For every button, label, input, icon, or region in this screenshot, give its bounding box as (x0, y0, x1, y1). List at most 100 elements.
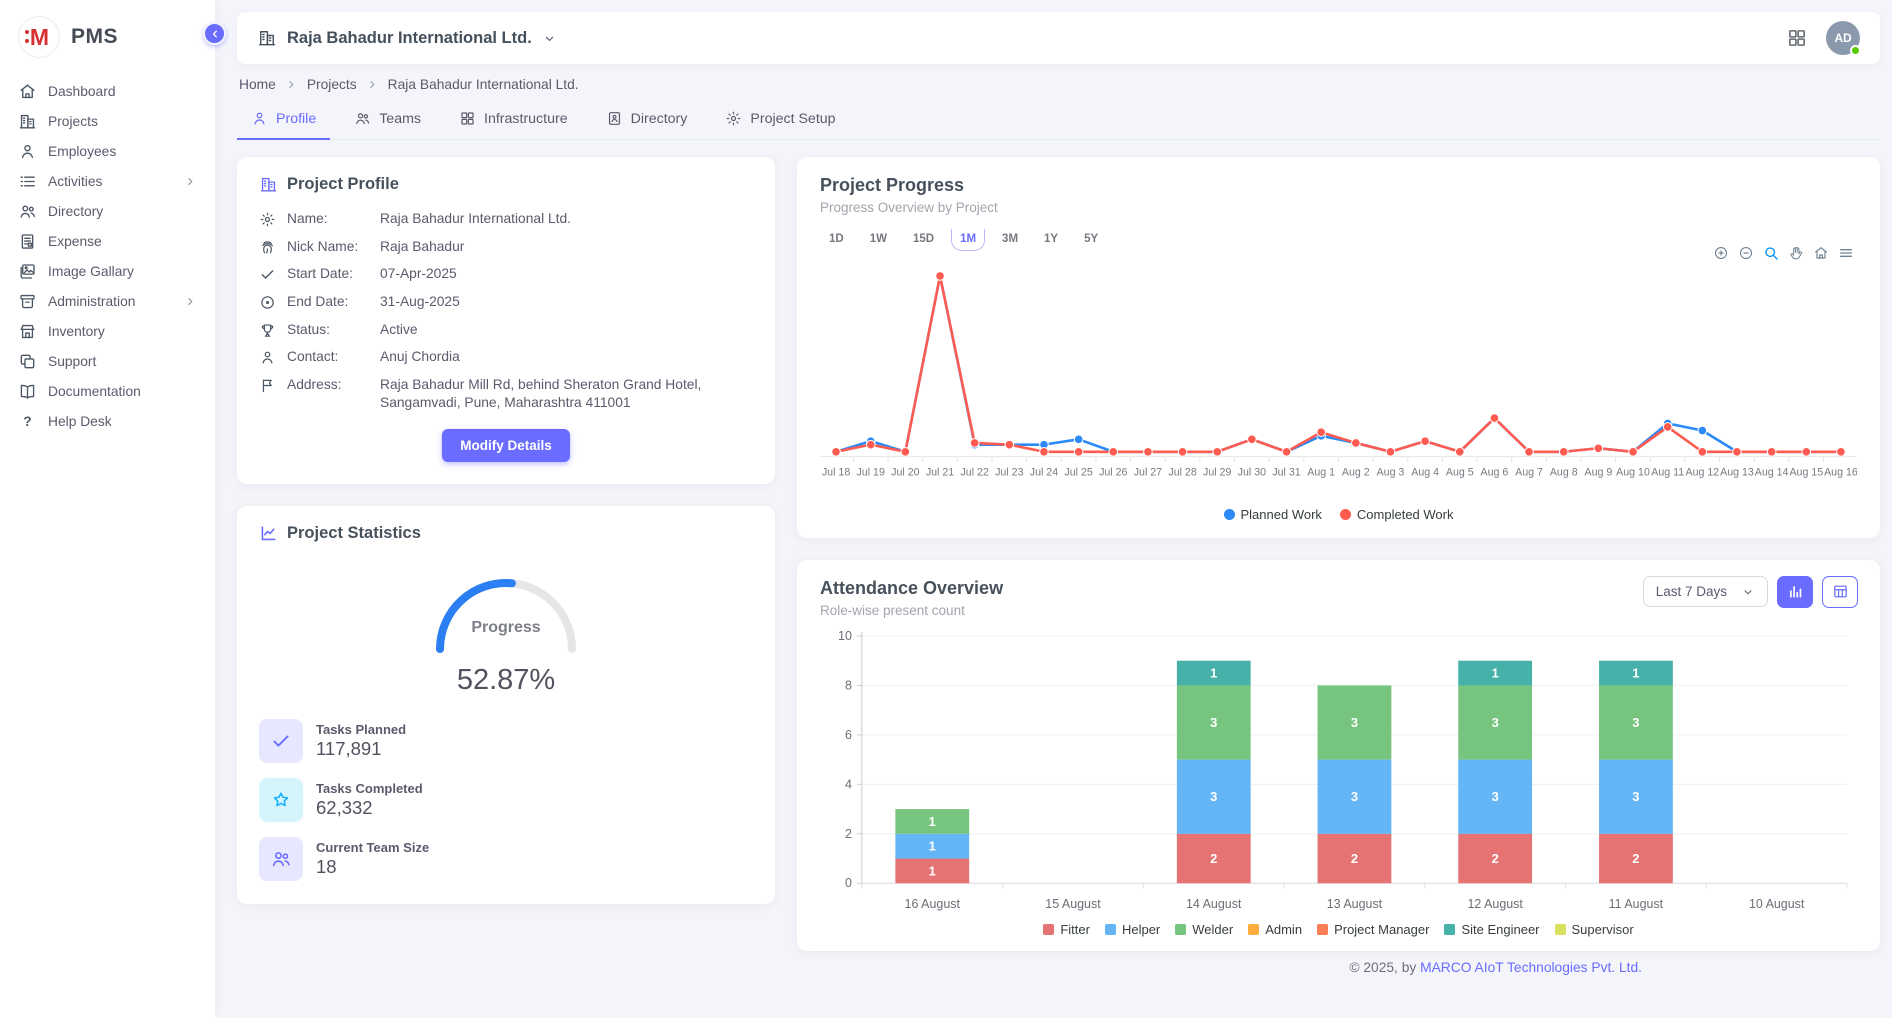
sidebar-item-projects[interactable]: Projects (0, 106, 215, 136)
svg-text:Jul 24: Jul 24 (1030, 467, 1058, 479)
field-value: Active (380, 321, 753, 340)
tab-profile[interactable]: Profile (237, 101, 330, 140)
range-5y[interactable]: 5Y (1075, 229, 1107, 251)
top-header: Raja Bahadur International Ltd. AD (237, 12, 1880, 64)
attendance-overview-card: Attendance Overview Role-wise present co… (797, 560, 1880, 951)
pan-icon[interactable] (1788, 245, 1804, 261)
field-value: Raja Bahadur (380, 238, 753, 257)
legend-admin[interactable]: Admin (1248, 922, 1302, 937)
zoom-out-icon[interactable] (1738, 245, 1754, 261)
modify-details-button[interactable]: Modify Details (442, 429, 570, 462)
sidebar-item-activities[interactable]: Activities (0, 166, 215, 196)
sidebar-collapse-button[interactable] (203, 22, 226, 45)
fingerprint-icon (259, 239, 276, 256)
svg-text:Aug 11: Aug 11 (1651, 467, 1684, 479)
attendance-controls: Last 7 Days (1643, 576, 1858, 608)
profile-field: Name: Raja Bahadur International Ltd. (259, 210, 753, 229)
range-15d[interactable]: 15D (904, 229, 943, 251)
sidebar-item-inventory[interactable]: Inventory (0, 316, 215, 346)
sidebar-item-administration[interactable]: Administration (0, 286, 215, 316)
page-tabs: Profile Teams Infrastructure Directory P… (237, 101, 1880, 140)
list-icon (18, 172, 37, 191)
range-1m[interactable]: 1M (951, 229, 985, 251)
svg-text:Jul 22: Jul 22 (960, 467, 988, 479)
progress-card-subtitle: Progress Overview by Project (820, 200, 1857, 215)
legend-supervisor[interactable]: Supervisor (1555, 922, 1634, 937)
svg-text:15 August: 15 August (1045, 897, 1101, 911)
company-selector[interactable]: Raja Bahadur International Ltd. (257, 28, 557, 48)
breadcrumb-home[interactable]: Home (239, 77, 276, 92)
tab-teams[interactable]: Teams (340, 101, 435, 140)
range-3m[interactable]: 3M (993, 229, 1027, 251)
app-logo[interactable]: M PMS (0, 0, 215, 72)
legend-helper[interactable]: Helper (1105, 922, 1160, 937)
sidebar-item-label: Support (48, 354, 96, 369)
building-icon (257, 28, 277, 48)
sidebar-item-documentation[interactable]: Documentation (0, 376, 215, 406)
stat-items: Tasks Planned 117,891 Tasks Completed 62… (259, 719, 753, 881)
sidebar-item-label: Projects (48, 114, 98, 129)
range-1w[interactable]: 1W (861, 229, 896, 251)
tab-infrastructure[interactable]: Infrastructure (445, 101, 582, 140)
profile-field: Contact: Anuj Chordia (259, 348, 753, 367)
breadcrumb-projects[interactable]: Projects (307, 77, 357, 92)
chevron-left-icon (209, 28, 221, 40)
date-range-select[interactable]: Last 7 Days (1643, 576, 1768, 607)
chevron-down-icon (542, 31, 557, 46)
svg-text:Aug 5: Aug 5 (1446, 467, 1474, 479)
tab-directory[interactable]: Directory (592, 101, 702, 140)
svg-text:Jul 25: Jul 25 (1064, 467, 1092, 479)
sidebar-item-directory[interactable]: Directory (0, 196, 215, 226)
footer-company-link[interactable]: MARCO AIoT Technologies Pvt. Ltd. (1420, 960, 1642, 975)
apps-grid-icon[interactable] (1786, 27, 1808, 49)
svg-text:1: 1 (1210, 665, 1217, 680)
sidebar-item-label: Documentation (48, 384, 141, 399)
online-status-dot (1850, 45, 1861, 56)
svg-text:3: 3 (1210, 715, 1217, 730)
contact-icon (606, 110, 623, 127)
range-1d[interactable]: 1D (820, 229, 853, 251)
chart-menu-icon[interactable] (1838, 245, 1854, 261)
chevron-right-icon (285, 78, 298, 91)
legend-fitter[interactable]: Fitter (1043, 922, 1090, 937)
profile-field: Start Date: 07-Apr-2025 (259, 265, 753, 284)
progress-gauge: Progress (411, 557, 601, 662)
sidebar-item-help-desk[interactable]: ? Help Desk (0, 406, 215, 436)
field-value: 31-Aug-2025 (380, 293, 753, 312)
legend-welder[interactable]: Welder (1175, 922, 1233, 937)
legend-completed-work[interactable]: Completed Work (1340, 507, 1454, 522)
users-icon (354, 110, 371, 127)
sidebar-item-expense[interactable]: Expense (0, 226, 215, 256)
user-icon (251, 110, 268, 127)
legend-project-manager[interactable]: Project Manager (1317, 922, 1429, 937)
range-1y[interactable]: 1Y (1035, 229, 1067, 251)
tab-project-setup[interactable]: Project Setup (711, 101, 849, 140)
stat-item: Tasks Planned 117,891 (259, 719, 753, 763)
table-view-button[interactable] (1822, 576, 1858, 608)
sidebar-item-support[interactable]: Support (0, 346, 215, 376)
legend-site-engineer[interactable]: Site Engineer (1444, 922, 1539, 937)
gear-icon (259, 211, 276, 228)
svg-text:1: 1 (929, 863, 936, 878)
selection-zoom-icon[interactable] (1763, 245, 1779, 261)
svg-text:Aug 8: Aug 8 (1550, 467, 1578, 479)
zoom-in-icon[interactable] (1713, 245, 1729, 261)
project-progress-card: Project Progress Progress Overview by Pr… (797, 157, 1880, 538)
svg-text:?: ? (23, 413, 31, 428)
sidebar: M PMS Dashboard Projects Employees Activ… (0, 0, 215, 1018)
svg-text:12 August: 12 August (1467, 897, 1523, 911)
sidebar-item-employees[interactable]: Employees (0, 136, 215, 166)
sidebar-item-dashboard[interactable]: Dashboard (0, 76, 215, 106)
user-avatar[interactable]: AD (1826, 21, 1860, 55)
chart-view-button[interactable] (1777, 576, 1813, 608)
check-icon (270, 730, 292, 752)
field-label: Nick Name: (287, 238, 369, 257)
svg-text:3: 3 (1632, 789, 1639, 804)
left-column: Project Profile Name: Raja Bahadur Inter… (237, 157, 775, 904)
legend-planned-work[interactable]: Planned Work (1224, 507, 1322, 522)
reset-zoom-icon[interactable] (1813, 245, 1829, 261)
sidebar-item-label: Activities (48, 174, 102, 189)
buildings-icon (18, 112, 37, 131)
sidebar-item-image-gallary[interactable]: Image Gallary (0, 256, 215, 286)
users-icon (18, 202, 37, 221)
